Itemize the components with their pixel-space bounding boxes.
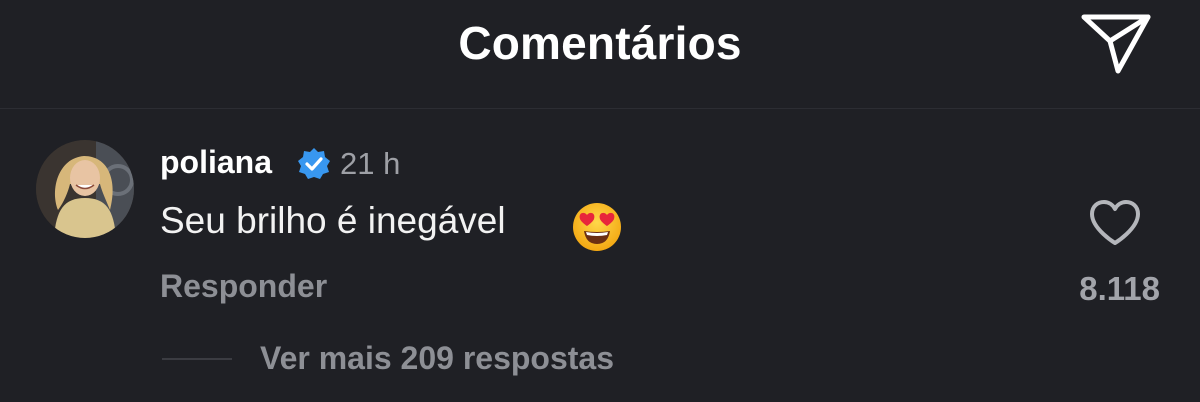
avatar-photo: [36, 140, 134, 238]
heart-icon: [1090, 200, 1140, 245]
comment-username[interactable]: poliana: [160, 144, 272, 181]
comment-timestamp: 21 h: [340, 146, 401, 181]
heart-eyes-emoji-icon: [573, 203, 621, 251]
reply-button[interactable]: Responder: [160, 268, 327, 305]
page-title: Comentários: [458, 17, 742, 69]
comments-screen: Comentários poliana 21 h Seu brilho é in…: [0, 0, 1200, 402]
share-button[interactable]: [1078, 10, 1154, 76]
avatar[interactable]: [36, 140, 134, 238]
send-icon: [1081, 14, 1151, 74]
comment-text: Seu brilho é inegável: [160, 200, 506, 241]
like-button[interactable]: [1088, 198, 1142, 248]
replies-divider: [162, 358, 232, 360]
view-more-replies-button[interactable]: Ver mais 209 respostas: [260, 340, 614, 377]
verified-badge-icon: [298, 148, 330, 179]
like-count: 8.118: [1079, 270, 1160, 307]
comments-header: Comentários: [0, 0, 1200, 109]
